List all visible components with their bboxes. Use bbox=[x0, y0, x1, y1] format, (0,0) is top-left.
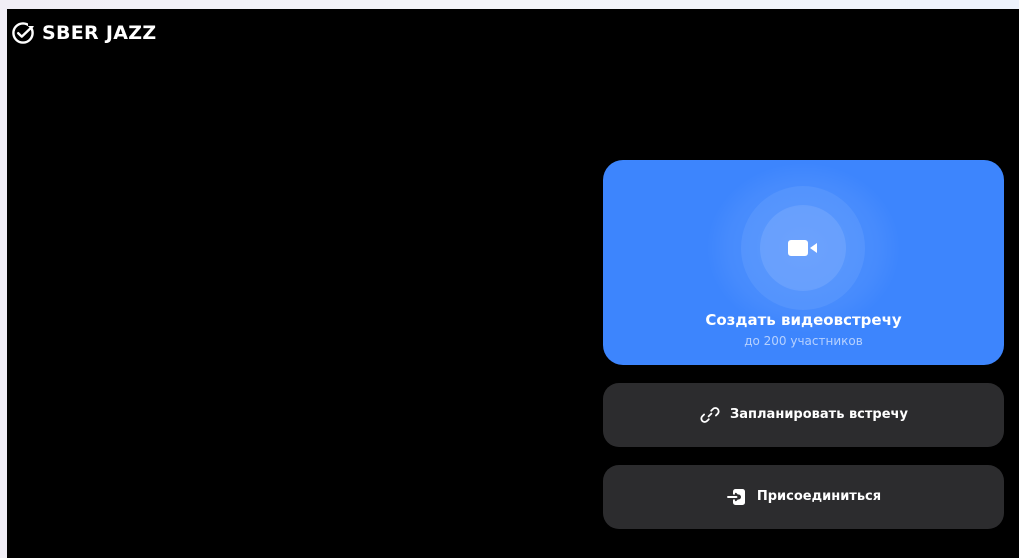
create-meeting-subtitle: до 200 участников bbox=[744, 334, 863, 348]
create-meeting-title: Создать видеовстречу bbox=[705, 311, 902, 329]
link-icon bbox=[700, 407, 720, 423]
sberjazz-logo: SBER JAZZ bbox=[11, 21, 156, 45]
sber-checkmark-icon bbox=[12, 22, 34, 44]
schedule-meeting-button[interactable]: Запланировать встречу bbox=[603, 383, 1004, 447]
create-meeting-button[interactable]: Создать видеовстречу до 200 участников bbox=[603, 160, 1004, 365]
schedule-meeting-label: Запланировать встречу bbox=[730, 407, 908, 422]
join-meeting-label: Присоединиться bbox=[756, 489, 882, 504]
sberjazz-app-window: SBER JAZZ Создать видеовстречу до 200 уч… bbox=[7, 9, 1019, 558]
join-meeting-button[interactable]: Присоединиться bbox=[603, 465, 1004, 529]
video-camera-icon bbox=[788, 240, 817, 256]
brand-name: SBER JAZZ bbox=[42, 22, 157, 44]
enter-icon bbox=[725, 489, 745, 505]
